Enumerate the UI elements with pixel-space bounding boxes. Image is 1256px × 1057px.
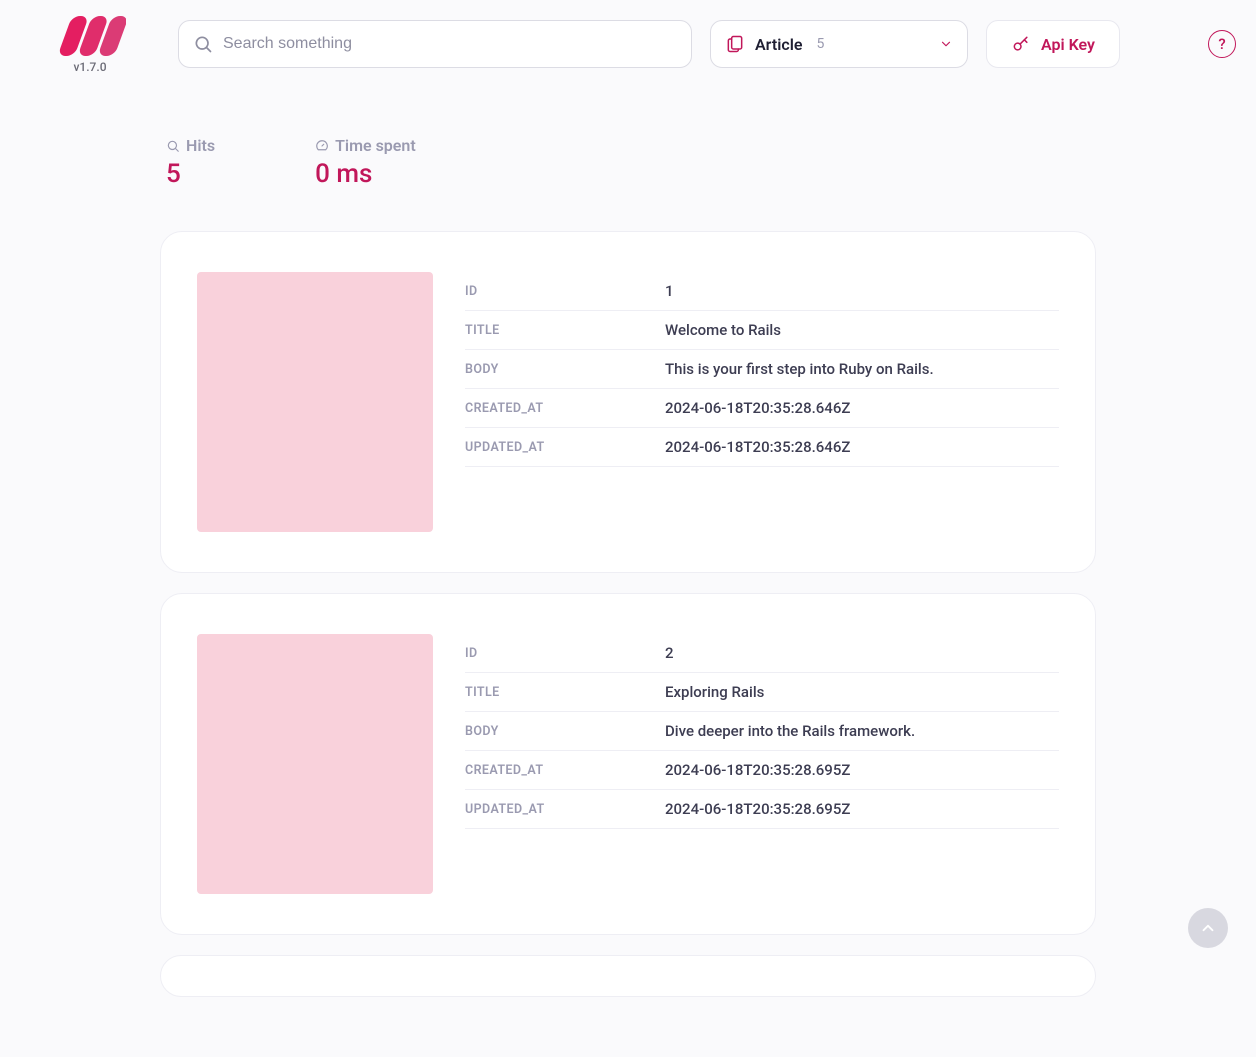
time-value: 0 ms — [315, 159, 416, 189]
field-row: ID 2 — [465, 634, 1059, 673]
result-fields: ID 2 TITLE Exploring Rails BODY Dive dee… — [465, 634, 1059, 894]
field-row: BODY This is your first step into Ruby o… — [465, 350, 1059, 389]
logo-block: v1.7.0 — [20, 14, 160, 74]
field-key: ID — [465, 284, 665, 299]
hits-value: 5 — [166, 159, 215, 189]
field-key: CREATED_AT — [465, 401, 665, 416]
result-card: ID 2 TITLE Exploring Rails BODY Dive dee… — [160, 593, 1096, 935]
search-input[interactable] — [223, 35, 677, 53]
key-icon — [1011, 34, 1031, 54]
search-small-icon — [166, 139, 180, 153]
meilisearch-logo-icon — [54, 16, 126, 56]
field-row: BODY Dive deeper into the Rails framewor… — [465, 712, 1059, 751]
field-row: ID 1 — [465, 272, 1059, 311]
field-val: Welcome to Rails — [665, 321, 1059, 339]
document-icon — [725, 34, 745, 54]
index-name: Article — [755, 35, 802, 54]
field-row: UPDATED_AT 2024-06-18T20:35:28.695Z — [465, 790, 1059, 829]
topbar: v1.7.0 Article 5 — [0, 0, 1256, 82]
field-val: 2 — [665, 644, 1059, 662]
field-key: TITLE — [465, 685, 665, 700]
search-box[interactable] — [178, 20, 692, 68]
stats-bar: Hits 5 Time spent 0 ms — [0, 82, 1256, 189]
field-val: 1 — [665, 282, 1059, 300]
gauge-icon — [315, 139, 329, 153]
field-key: TITLE — [465, 323, 665, 338]
index-select[interactable]: Article 5 — [710, 20, 968, 68]
results-list: ID 1 TITLE Welcome to Rails BODY This is… — [0, 189, 1256, 1057]
field-key: BODY — [465, 362, 665, 377]
field-val: 2024-06-18T20:35:28.646Z — [665, 399, 1059, 417]
chevron-up-icon — [1199, 919, 1217, 937]
field-val: 2024-06-18T20:35:28.646Z — [665, 438, 1059, 456]
field-key: ID — [465, 646, 665, 661]
api-key-button[interactable]: Api Key — [986, 20, 1120, 68]
field-key: UPDATED_AT — [465, 440, 665, 455]
result-fields: ID 1 TITLE Welcome to Rails BODY This is… — [465, 272, 1059, 532]
field-key: CREATED_AT — [465, 763, 665, 778]
field-val: 2024-06-18T20:35:28.695Z — [665, 800, 1059, 818]
chevron-down-icon — [939, 37, 953, 51]
field-val: Exploring Rails — [665, 683, 1059, 701]
search-icon — [193, 34, 213, 54]
help-button[interactable]: ? — [1208, 30, 1236, 58]
field-val: 2024-06-18T20:35:28.695Z — [665, 761, 1059, 779]
field-val: This is your first step into Ruby on Rai… — [665, 360, 1059, 378]
field-row: CREATED_AT 2024-06-18T20:35:28.646Z — [465, 389, 1059, 428]
result-thumbnail — [197, 272, 433, 532]
help-icon: ? — [1218, 35, 1225, 53]
field-row: CREATED_AT 2024-06-18T20:35:28.695Z — [465, 751, 1059, 790]
time-label: Time spent — [335, 136, 416, 155]
index-count: 5 — [816, 36, 824, 52]
field-row: UPDATED_AT 2024-06-18T20:35:28.646Z — [465, 428, 1059, 467]
field-row: TITLE Welcome to Rails — [465, 311, 1059, 350]
field-key: UPDATED_AT — [465, 802, 665, 817]
version-label: v1.7.0 — [73, 60, 106, 74]
field-row: TITLE Exploring Rails — [465, 673, 1059, 712]
result-card: ID 1 TITLE Welcome to Rails BODY This is… — [160, 231, 1096, 573]
stat-hits: Hits 5 — [166, 136, 215, 189]
result-thumbnail — [197, 634, 433, 894]
api-key-label: Api Key — [1041, 35, 1095, 54]
field-val: Dive deeper into the Rails framework. — [665, 722, 1059, 740]
hits-label: Hits — [186, 136, 215, 155]
scroll-top-button[interactable] — [1188, 908, 1228, 948]
stat-time: Time spent 0 ms — [315, 136, 416, 189]
field-key: BODY — [465, 724, 665, 739]
result-card — [160, 955, 1096, 997]
